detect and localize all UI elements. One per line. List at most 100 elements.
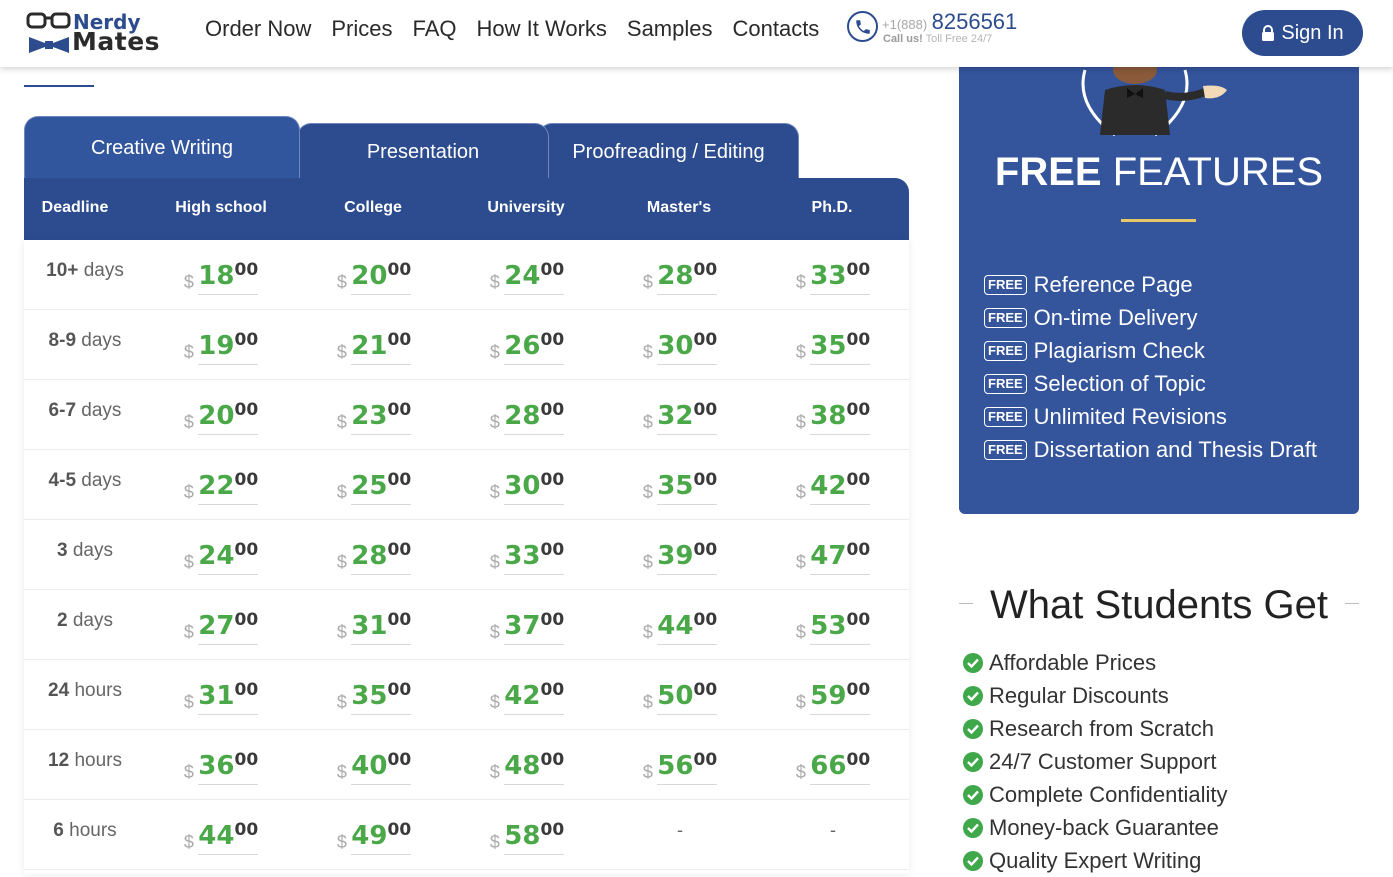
- phone-subtext: Call us! Toll Free 24/7: [883, 33, 992, 45]
- price-value: 2700: [198, 610, 259, 645]
- benefit-label: Regular Discounts: [989, 682, 1169, 708]
- main-nav: Order Now Prices FAQ How It Works Sample…: [205, 16, 819, 42]
- phone-sub-text: Toll Free 24/7: [922, 33, 993, 45]
- currency-symbol: $: [795, 272, 806, 292]
- currency-symbol: $: [642, 272, 653, 292]
- price-cell: $ 2700: [145, 610, 297, 645]
- tab-presentation[interactable]: Presentation: [297, 123, 549, 180]
- price-cell: $ 3500: [604, 470, 756, 505]
- price-cents: 00: [846, 260, 871, 280]
- table-row: 6-7 days $ 2000 $ 2300 $ 2800 $ 3200 $ 3800: [24, 380, 909, 450]
- price-cents: 00: [693, 330, 718, 350]
- logo[interactable]: Nerdy Mates: [26, 8, 171, 58]
- price-whole: 66: [810, 751, 847, 781]
- price-cell: $ 2500: [298, 470, 450, 505]
- table-header: Deadline High school College University …: [24, 178, 909, 240]
- price-whole: 31: [351, 611, 388, 641]
- currency-symbol: $: [336, 832, 347, 852]
- price-cell: -: [757, 820, 909, 841]
- price-whole: 49: [351, 821, 388, 851]
- price-whole: 26: [504, 331, 541, 361]
- price-cents: 00: [540, 260, 565, 280]
- price-cell: $ 2000: [298, 260, 450, 295]
- deadline-cell: 12 hours: [24, 750, 146, 772]
- price-cents: 00: [846, 750, 871, 770]
- price-cell: $ 3500: [757, 330, 909, 365]
- deadline-value: 8-9: [48, 330, 77, 351]
- nav-samples[interactable]: Samples: [627, 16, 713, 42]
- check-circle-icon: [963, 817, 983, 838]
- deadline-cell: 24 hours: [24, 680, 146, 702]
- check-circle-icon: [963, 850, 983, 871]
- price-cell: $ 4000: [298, 750, 450, 785]
- price-cents: 00: [387, 540, 412, 560]
- price-cell: $ 4400: [604, 610, 756, 645]
- free-feature-item: FREE Plagiarism Check: [984, 334, 1317, 367]
- price-whole: 23: [351, 401, 388, 431]
- price-cell: $ 5600: [604, 750, 756, 785]
- free-feature-label: Unlimited Revisions: [1033, 403, 1227, 429]
- price-whole: 38: [810, 401, 847, 431]
- price-value: 2000: [198, 400, 259, 435]
- price-cents: 00: [693, 610, 718, 630]
- price-cents: 00: [234, 680, 259, 700]
- price-whole: 33: [810, 261, 847, 291]
- free-features-list: FREE Reference Page FREE On-time Delivery FR…: [984, 268, 1317, 466]
- price-whole: 24: [504, 261, 541, 291]
- free-feature-item: FREE Dissertation and Thesis Draft: [984, 433, 1317, 466]
- price-value: 3500: [657, 470, 718, 505]
- table-row: 8-9 days $ 1900 $ 2100 $ 2600 $ 3000 $ 3500: [24, 310, 909, 380]
- table-row: 24 hours $ 3100 $ 3500 $ 4200 $ 5000 $ 5900: [24, 660, 909, 730]
- sign-in-button[interactable]: Sign In: [1242, 10, 1363, 56]
- price-cents: 00: [387, 750, 412, 770]
- price-unavailable: -: [677, 820, 683, 840]
- price-whole: 59: [810, 681, 847, 711]
- section-underline: [24, 85, 94, 87]
- price-value: 3700: [504, 610, 565, 645]
- tab-creative-writing[interactable]: Creative Writing: [24, 116, 300, 180]
- nav-prices[interactable]: Prices: [331, 16, 392, 42]
- nav-order-now[interactable]: Order Now: [205, 16, 311, 42]
- price-cell: $ 2200: [145, 470, 297, 505]
- price-cell: $ 3600: [145, 750, 297, 785]
- header-masters: Master's: [646, 199, 712, 216]
- price-cents: 00: [387, 680, 412, 700]
- price-cents: 00: [540, 820, 565, 840]
- price-whole: 27: [198, 611, 235, 641]
- table-row: 10+ days $ 1800 $ 2000 $ 2400 $ 2800 $ 3300: [24, 240, 909, 310]
- nav-faq[interactable]: FAQ: [412, 16, 456, 42]
- table-row: 6 hours $ 4400 $ 4900 $ 5800- -: [24, 800, 909, 870]
- tab-proofreading-editing[interactable]: Proofreading / Editing: [538, 123, 799, 180]
- phone-contact[interactable]: +1(888) 8256561 Call us! Toll Free 24/7: [847, 9, 1037, 49]
- price-whole: 42: [810, 471, 847, 501]
- sign-in-label: Sign In: [1281, 21, 1344, 44]
- currency-symbol: $: [642, 762, 653, 782]
- price-value: 3900: [657, 540, 718, 575]
- price-cents: 00: [540, 680, 565, 700]
- price-value: 2800: [657, 260, 718, 295]
- price-whole: 30: [504, 471, 541, 501]
- price-cents: 00: [693, 400, 718, 420]
- price-cents: 00: [846, 540, 871, 560]
- currency-symbol: $: [642, 622, 653, 642]
- deadline-unit: hours: [74, 750, 122, 771]
- price-whole: 50: [657, 681, 694, 711]
- price-value: 6600: [810, 750, 871, 785]
- what-students-get-list: Affordable Prices Regular Discounts Resear…: [963, 646, 1227, 877]
- header-phd: Ph.D.: [811, 199, 853, 216]
- deadline-cell: 4-5 days: [24, 470, 146, 492]
- nav-how-it-works[interactable]: How It Works: [477, 16, 607, 42]
- nav-contacts[interactable]: Contacts: [732, 16, 819, 42]
- price-cents: 00: [846, 400, 871, 420]
- price-whole: 35: [810, 331, 847, 361]
- benefit-item: Regular Discounts: [963, 679, 1227, 712]
- price-cents: 00: [234, 820, 259, 840]
- free-badge: FREE: [984, 274, 1027, 295]
- deadline-value: 4-5: [48, 470, 77, 491]
- price-cell: $ 6600: [757, 750, 909, 785]
- price-cell: $ 5900: [757, 680, 909, 715]
- nerd-mascot-icon: [1081, 60, 1227, 137]
- deadline-unit: hours: [74, 680, 122, 701]
- tab-label: Creative Writing: [91, 137, 233, 159]
- price-cell: $ 4800: [451, 750, 603, 785]
